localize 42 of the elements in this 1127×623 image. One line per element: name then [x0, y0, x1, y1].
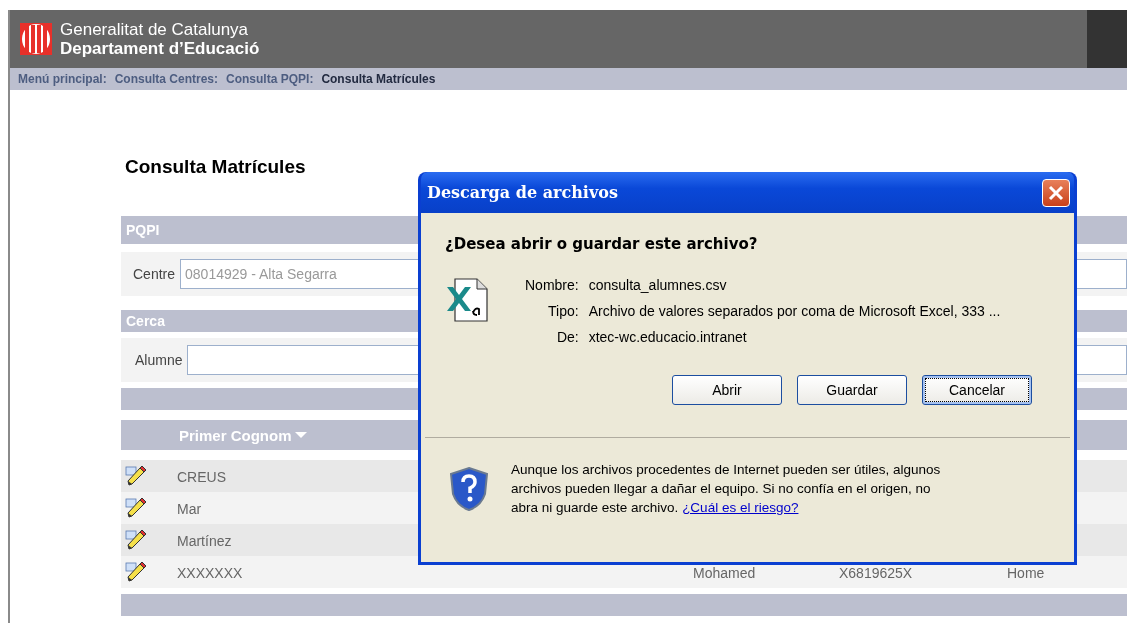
section-heading: PQPI: [126, 222, 160, 238]
table-cell: XXXXXXX: [177, 564, 243, 581]
pencil-icon[interactable]: [125, 497, 147, 519]
dialog-question: ¿Desea abrir o guardar este archivo?: [445, 235, 759, 253]
field-label: Centre: [133, 266, 176, 282]
shield-icon: [449, 465, 489, 512]
dialog-button[interactable]: Abrir: [672, 375, 782, 405]
field-label: Alumne: [135, 352, 183, 368]
info-value: consulta_alumnes.csv: [588, 277, 728, 293]
close-button[interactable]: [1042, 178, 1070, 207]
pencil-icon[interactable]: [125, 529, 147, 551]
info-value: xtec-wc.educacio.intranet: [588, 329, 748, 345]
page-title: Consulta Matrícules: [125, 156, 306, 178]
close-icon: [1048, 184, 1064, 201]
info-label: Nombre:: [525, 277, 579, 293]
pencil-icon[interactable]: [125, 561, 147, 583]
breadcrumb-link[interactable]: Consulta Centres:: [114, 72, 219, 86]
breadcrumb-link[interactable]: Consulta PQPI:: [226, 72, 314, 86]
breadcrumb-link[interactable]: Consulta Matrícules: [321, 72, 436, 86]
table-cell: Martínez: [177, 532, 232, 549]
warning-text: Aunque los archivos procedentes de Internet pueden ser útiles, algunos archivos pueden llegar a dañar el equipo. Si no confía en el origen, no abra ni guarde este archivo. ¿Cuál es el riesgo?: [511, 461, 941, 517]
info-label: De:: [555, 329, 579, 345]
dialog-button[interactable]: Cancelar: [922, 375, 1032, 405]
spreadsheet-file-icon: [445, 277, 491, 323]
table-cell: CREUS: [177, 468, 226, 485]
dialog-button[interactable]: Guardar: [797, 375, 907, 405]
risk-link[interactable]: ¿Cuál es el riesgo?: [682, 500, 799, 515]
pencil-icon[interactable]: [125, 465, 147, 487]
table-cell: X6819625X: [839, 564, 913, 581]
header-title: Generalitat de Catalunya: [60, 20, 250, 39]
header-subtitle: Departament d’Educació: [60, 39, 260, 58]
table-cell: Mar: [177, 500, 202, 517]
info-value: Archivo de valores separados por coma de Microsoft Excel, 333 ...: [588, 303, 1001, 319]
table-cell: Home: [1007, 564, 1045, 581]
dialog-title: Descarga de archivos: [427, 183, 618, 202]
logo-icon: [20, 23, 52, 55]
header-block: [1087, 10, 1127, 68]
breadcrumb-link[interactable]: Menú principal:: [18, 72, 107, 86]
info-label: Tipo:: [547, 303, 579, 319]
section-heading: Cerca: [126, 313, 165, 329]
table-cell: Mohamed: [693, 564, 756, 581]
caret-icon: [294, 431, 307, 439]
